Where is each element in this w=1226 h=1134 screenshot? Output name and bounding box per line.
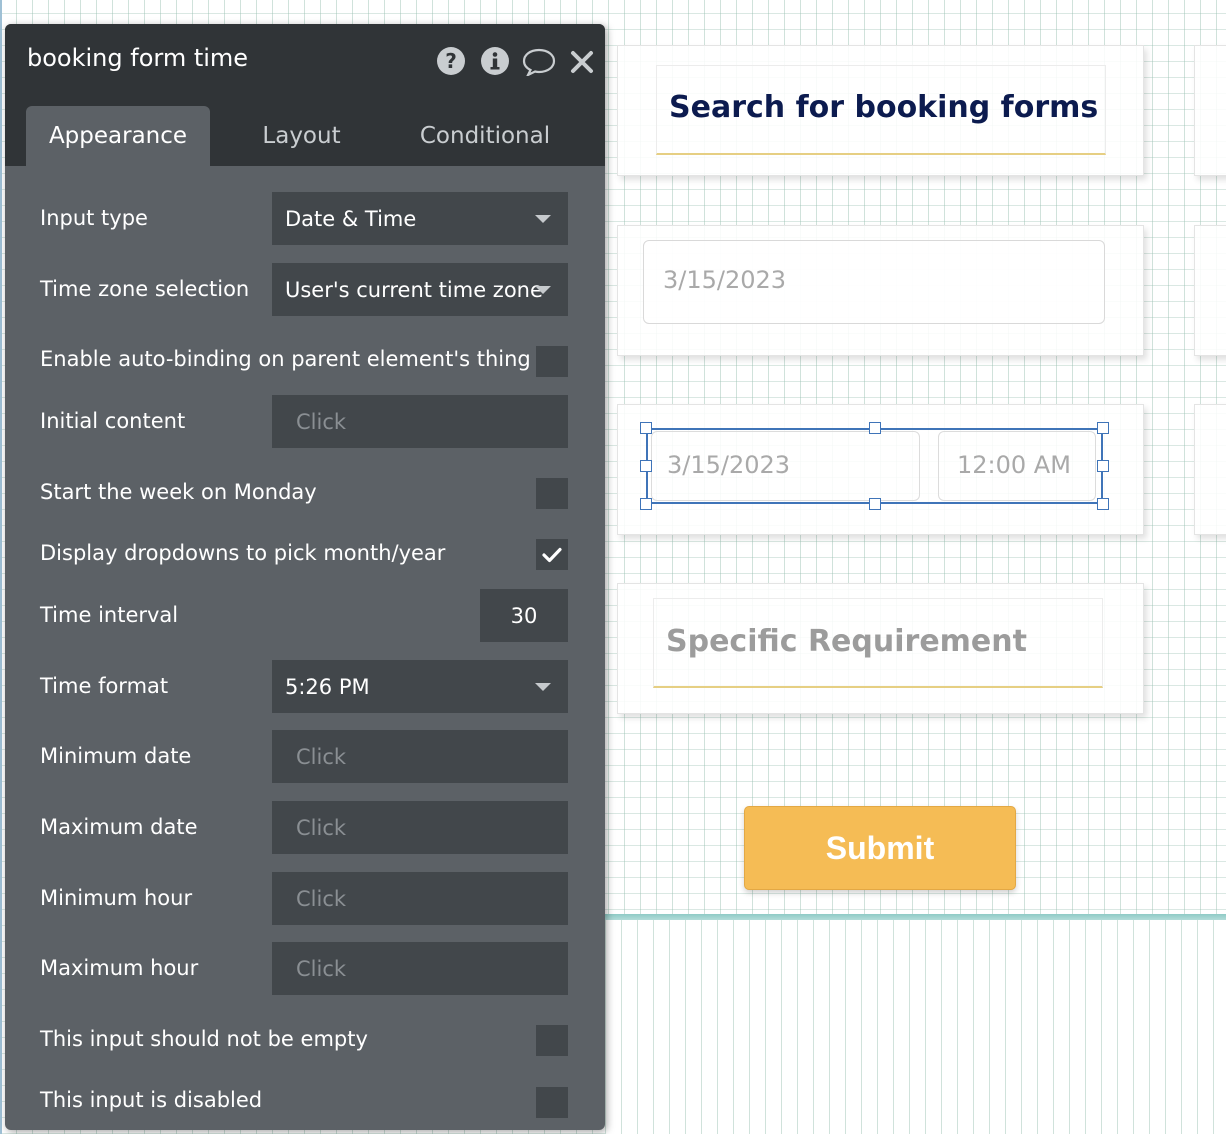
chevron-down-icon [535, 215, 551, 223]
resize-handle-middle-left[interactable] [640, 460, 652, 472]
date-input-placeholder: 3/15/2023 [663, 266, 787, 294]
editor-title: booking form time [27, 44, 249, 72]
min-hour-label: Minimum hour [40, 886, 193, 910]
resize-handle-top-right[interactable] [1097, 422, 1109, 434]
not-empty-checkbox[interactable] [536, 1025, 568, 1056]
tab-layout[interactable]: Layout [210, 106, 393, 166]
help-icon[interactable]: ? [436, 46, 466, 76]
input-type-value: Date & Time [285, 206, 417, 231]
editor-header: booking form time ? [5, 24, 605, 93]
resize-handle-top-left[interactable] [640, 422, 652, 434]
min-date-label: Minimum date [40, 744, 192, 768]
initial-content-label: Initial content [40, 409, 186, 433]
property-editor-panel: booking form time ? Appearance Layout Co… [5, 24, 605, 1130]
auto-binding-label: Enable auto-binding on parent element's … [40, 347, 531, 371]
week-monday-label: Start the week on Monday [40, 480, 317, 504]
resize-handle-bottom-left[interactable] [640, 498, 652, 510]
time-format-label: Time format [40, 674, 169, 698]
time-format-dropdown[interactable]: 5:26 PM [272, 660, 568, 713]
tab-conditional[interactable]: Conditional [393, 106, 577, 166]
auto-binding-checkbox[interactable] [536, 346, 568, 377]
max-hour-field[interactable]: Click [272, 942, 568, 995]
canvas-below-page [605, 920, 1226, 1134]
max-date-label: Maximum date [40, 815, 198, 839]
time-interval-label: Time interval [40, 603, 179, 627]
time-zone-label: Time zone selection [40, 277, 250, 301]
chevron-down-icon [535, 683, 551, 691]
min-date-field[interactable]: Click [272, 730, 568, 783]
side-group-3[interactable] [1194, 404, 1226, 535]
min-hour-field[interactable]: Click [272, 872, 568, 925]
submit-button[interactable]: Submit [744, 806, 1016, 890]
side-group-2[interactable] [1194, 225, 1226, 356]
svg-text:?: ? [445, 49, 457, 73]
input-type-label: Input type [40, 206, 148, 230]
time-zone-dropdown[interactable]: User's current time zone [272, 263, 568, 316]
resize-handle-bottom-right[interactable] [1097, 498, 1109, 510]
not-empty-label: This input should not be empty [40, 1027, 368, 1051]
comment-icon[interactable] [522, 46, 556, 76]
disabled-checkbox[interactable] [536, 1087, 568, 1118]
close-icon[interactable] [569, 46, 595, 76]
month-year-dropdowns-checkbox[interactable] [536, 539, 568, 570]
checkmark-icon [542, 547, 562, 562]
input-type-dropdown[interactable]: Date & Time [272, 192, 568, 245]
tab-appearance[interactable]: Appearance [26, 106, 210, 166]
chevron-down-icon [535, 286, 551, 294]
time-zone-value: User's current time zone [285, 277, 543, 302]
canvas-left-edge [0, 0, 2, 1134]
disabled-label: This input is disabled [40, 1088, 263, 1112]
initial-content-field[interactable]: Click [272, 395, 568, 448]
week-monday-checkbox[interactable] [536, 478, 568, 509]
max-hour-label: Maximum hour [40, 956, 199, 980]
side-group-1[interactable] [1194, 45, 1226, 176]
requirement-placeholder: Specific Requirement [666, 624, 1027, 659]
resize-handle-middle-right[interactable] [1097, 460, 1109, 472]
time-interval-input[interactable]: 30 [480, 589, 568, 642]
selected-datetime-input[interactable] [646, 428, 1103, 504]
month-year-dropdowns-label: Display dropdowns to pick month/year [40, 541, 446, 565]
resize-handle-bottom-center[interactable] [869, 498, 881, 510]
max-date-field[interactable]: Click [272, 801, 568, 854]
search-heading: Search for booking forms:fi [669, 90, 1097, 125]
resize-handle-top-center[interactable] [869, 422, 881, 434]
editor-tabs: Appearance Layout Conditional [5, 93, 605, 166]
info-icon[interactable] [480, 46, 510, 76]
time-format-value: 5:26 PM [285, 674, 370, 699]
